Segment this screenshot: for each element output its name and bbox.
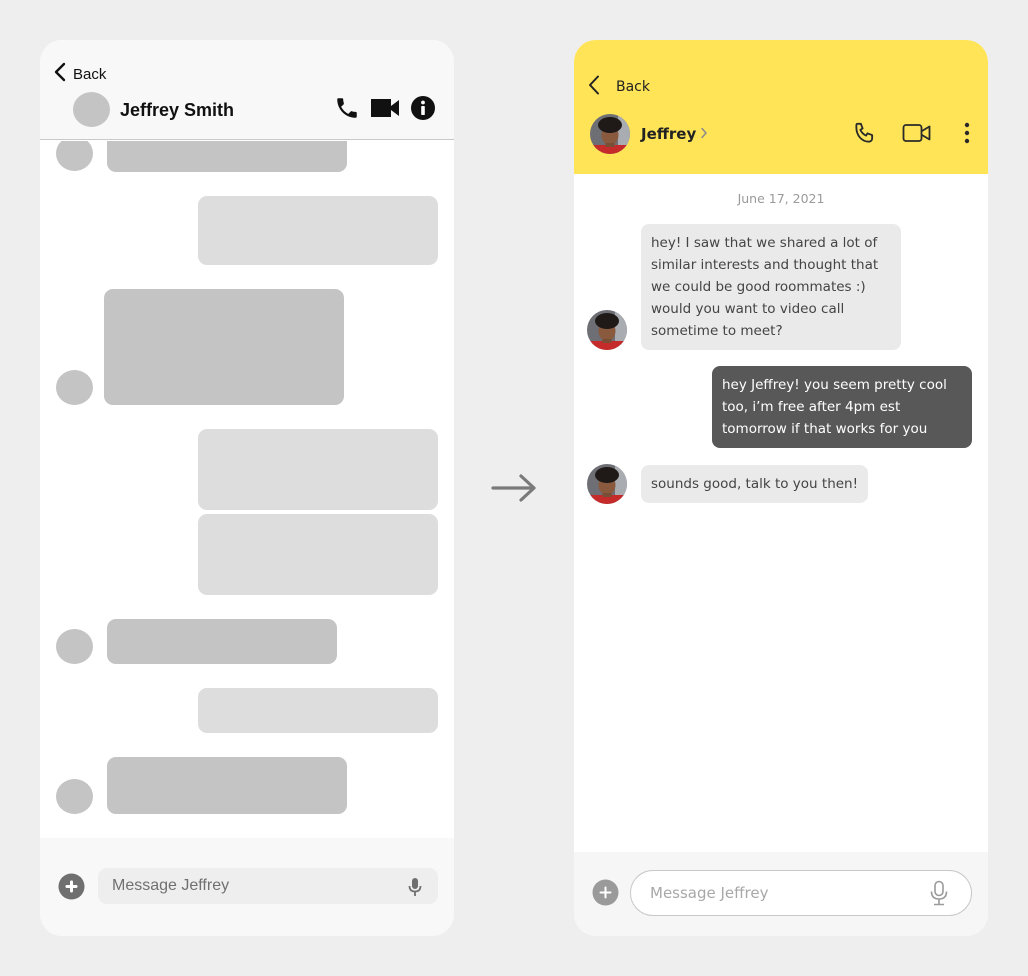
message-outgoing: hey Jeffrey! you seem pretty cool too, i… [712, 366, 972, 448]
skeleton-message-incoming [107, 141, 347, 172]
skeleton-message-outgoing [198, 514, 438, 595]
phone-icon[interactable] [852, 120, 878, 146]
chevron-right-icon [700, 124, 708, 143]
avatar-placeholder [56, 629, 93, 664]
message-incoming: hey! I saw that we shared a lot of simil… [641, 224, 901, 350]
phone-icon[interactable] [334, 95, 360, 121]
microphone-icon[interactable] [408, 877, 422, 902]
avatar-placeholder [56, 779, 93, 814]
design-phone: Back Jeffrey June 17, 2021 hey! I saw th… [574, 40, 988, 936]
skeleton-message-incoming [107, 757, 347, 814]
more-vertical-icon[interactable] [964, 122, 970, 144]
skeleton-message-outgoing [198, 688, 438, 733]
chevron-left-icon [53, 62, 67, 87]
plus-circle-icon[interactable] [592, 879, 619, 910]
avatar-placeholder [56, 141, 93, 171]
message-input[interactable] [98, 868, 438, 904]
back-label: Back [616, 79, 650, 95]
chevron-left-icon [588, 75, 600, 99]
plus-circle-icon[interactable] [58, 873, 85, 905]
microphone-icon[interactable] [929, 880, 949, 910]
wireframe-message-list[interactable] [40, 141, 454, 838]
back-button[interactable]: Back [588, 75, 650, 99]
back-button[interactable]: Back [53, 62, 106, 87]
date-separator: June 17, 2021 [737, 191, 825, 206]
wireframe-phone: Back Jeffrey Smith [40, 40, 454, 936]
header-actions [852, 120, 970, 146]
contact-name-link[interactable]: Jeffrey [641, 124, 708, 143]
contact-name: Jeffrey [641, 124, 697, 143]
contact-avatar[interactable] [590, 114, 630, 154]
design-composer [574, 852, 988, 936]
wireframe-composer [40, 838, 454, 936]
video-camera-icon[interactable] [902, 122, 932, 144]
info-icon[interactable] [410, 95, 436, 121]
contact-name[interactable]: Jeffrey Smith [120, 100, 234, 121]
video-camera-icon[interactable] [370, 97, 400, 119]
contact-avatar[interactable] [587, 464, 627, 504]
avatar-placeholder[interactable] [73, 92, 110, 127]
skeleton-message-incoming [107, 619, 337, 664]
message-input[interactable] [630, 870, 972, 916]
contact-avatar[interactable] [587, 310, 627, 350]
wireframe-header: Back Jeffrey Smith [40, 40, 454, 140]
arrow-right-icon [490, 472, 538, 509]
header-actions [334, 95, 436, 121]
design-header: Back Jeffrey [574, 40, 988, 174]
skeleton-message-incoming [104, 289, 344, 405]
message-incoming: sounds good, talk to you then! [641, 465, 869, 503]
skeleton-message-outgoing [198, 196, 438, 265]
back-label: Back [73, 66, 107, 83]
skeleton-message-outgoing [198, 429, 438, 510]
avatar-placeholder [56, 370, 93, 405]
